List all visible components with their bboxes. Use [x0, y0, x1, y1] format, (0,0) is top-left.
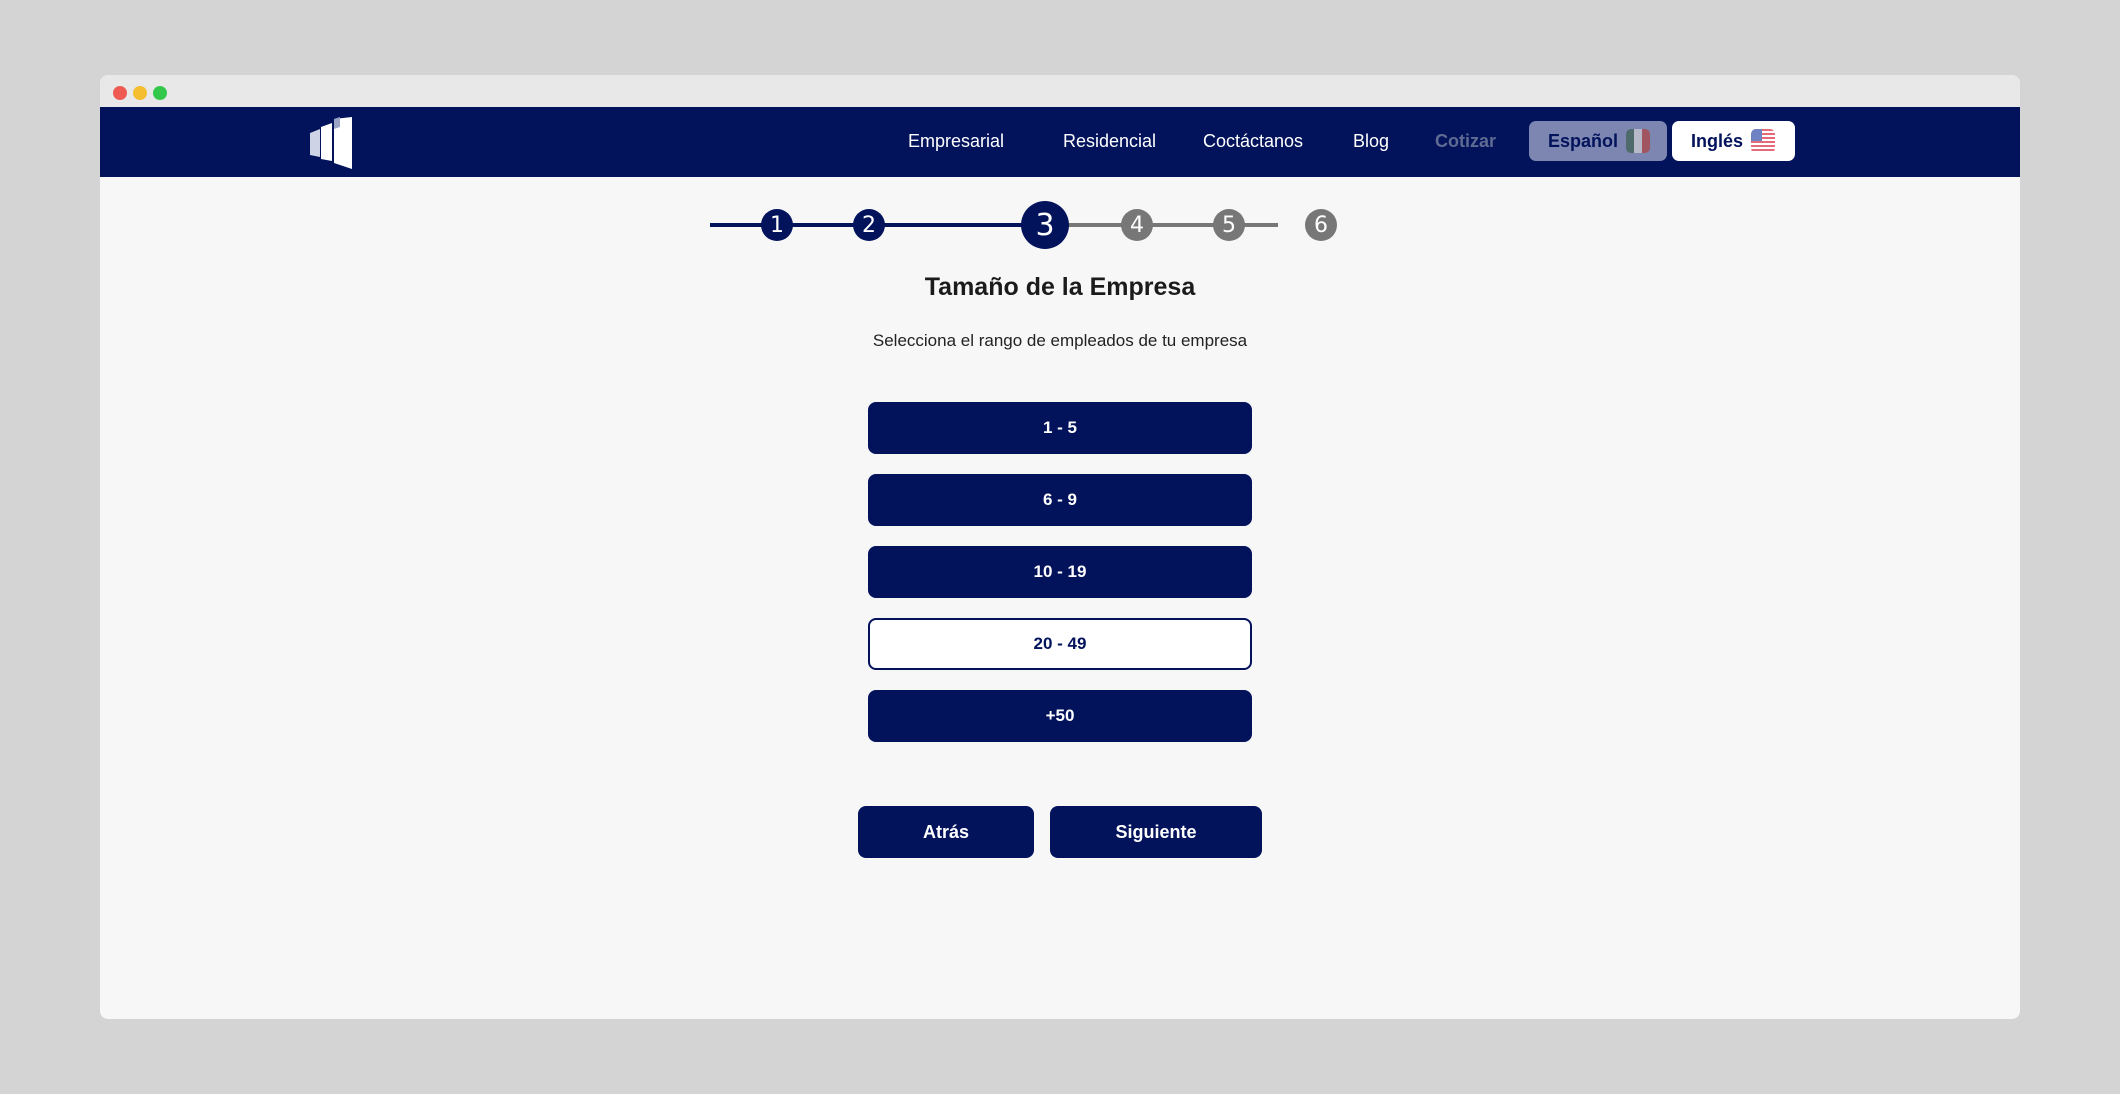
step-6: 6	[1305, 209, 1337, 241]
step-5: 5	[1213, 209, 1245, 241]
option-50-plus[interactable]: +50	[868, 690, 1252, 742]
option-1-5[interactable]: 1 - 5	[868, 402, 1252, 454]
next-button[interactable]: Siguiente	[1050, 806, 1262, 858]
page-title: Tamaño de la Empresa	[924, 273, 1196, 301]
option-6-9[interactable]: 6 - 9	[868, 474, 1252, 526]
step-3-current: 3	[1021, 201, 1069, 249]
back-button[interactable]: Atrás	[858, 806, 1034, 858]
option-20-49-selected[interactable]: 20 - 49	[868, 618, 1252, 670]
step-4: 4	[1121, 209, 1153, 241]
browser-window: Empresarial Residencial Coctáctanos Blog…	[100, 75, 2020, 1019]
step-2[interactable]: 2	[853, 209, 885, 241]
page-subtitle: Selecciona el rango de empleados de tu e…	[872, 331, 1248, 350]
option-10-19[interactable]: 10 - 19	[868, 546, 1252, 598]
step-1[interactable]: 1	[761, 209, 793, 241]
